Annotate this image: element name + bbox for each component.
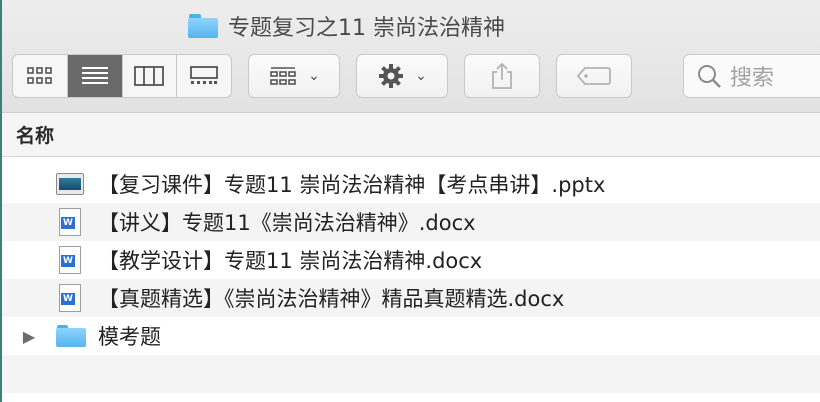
file-row[interactable]: 【复习课件】专题11 崇尚法治精神【考点串讲】.pptx <box>2 165 820 203</box>
titlebar: 专题复习之11 崇尚法治精神 ⌄ ⌄ 搜索 <box>2 0 820 113</box>
empty-row <box>2 355 820 393</box>
toolbar: ⌄ ⌄ 搜索 <box>2 54 820 100</box>
docx-file-icon: W <box>59 284 81 312</box>
window-title: 专题复习之11 崇尚法治精神 <box>188 10 505 42</box>
file-row[interactable]: W 【讲义】专题11《崇尚法治精神》.docx <box>2 203 820 241</box>
list-view-button[interactable] <box>67 55 123 97</box>
icon-view-button[interactable] <box>13 55 68 97</box>
file-row[interactable]: W 【真题精选】《崇尚法治精神》精品真题精选.docx <box>2 279 820 317</box>
file-name: 【教学设计】专题11 崇尚法治精神.docx <box>98 249 483 273</box>
file-name: 【讲义】专题11《崇尚法治精神》.docx <box>98 211 476 235</box>
name-column-header[interactable]: 名称 <box>2 113 820 157</box>
folder-name: 模考题 <box>98 325 161 349</box>
group-grid-icon <box>270 67 296 85</box>
share-icon <box>492 62 512 89</box>
gear-icon <box>379 64 404 88</box>
docx-file-icon: W <box>59 246 81 274</box>
chevron-down-icon: ⌄ <box>415 68 427 84</box>
tag-button[interactable] <box>556 54 632 98</box>
window-title-text: 专题复习之11 崇尚法治精神 <box>228 16 505 41</box>
gallery-icon <box>190 66 219 84</box>
action-button[interactable]: ⌄ <box>356 54 448 98</box>
file-name: 【真题精选】《崇尚法治精神》精品真题精选.docx <box>98 287 565 311</box>
search-icon <box>698 65 721 88</box>
group-by-button[interactable]: ⌄ <box>248 54 340 98</box>
folder-icon <box>188 14 220 38</box>
file-row[interactable]: W 【教学设计】专题11 崇尚法治精神.docx <box>2 241 820 279</box>
search-placeholder: 搜索 <box>730 66 775 91</box>
view-mode-control <box>12 54 232 98</box>
finder-window: 专题复习之11 崇尚法治精神 ⌄ ⌄ 搜索 名称 【复习课件】专题11 崇尚法治… <box>0 0 820 402</box>
folder-row[interactable]: ▶ 模考题 <box>2 317 820 355</box>
file-name: 【复习课件】专题11 崇尚法治精神【考点串讲】.pptx <box>98 173 606 197</box>
search-field[interactable]: 搜索 <box>683 54 820 98</box>
chevron-down-icon: ⌄ <box>308 68 320 84</box>
gallery-view-button[interactable] <box>177 55 231 97</box>
disclosure-triangle-icon[interactable]: ▶ <box>2 327 56 346</box>
folder-icon <box>56 325 86 347</box>
grid-icon <box>27 67 52 84</box>
columns-icon <box>134 66 165 86</box>
docx-file-icon: W <box>59 208 81 236</box>
column-view-button[interactable] <box>123 55 178 97</box>
file-list: 【复习课件】专题11 崇尚法治精神【考点串讲】.pptx W 【讲义】专题11《… <box>2 165 820 393</box>
name-column-label: 名称 <box>16 125 55 147</box>
share-button[interactable] <box>464 54 540 98</box>
list-icon <box>81 67 108 84</box>
tag-icon <box>576 67 611 85</box>
pptx-file-icon <box>56 173 84 195</box>
